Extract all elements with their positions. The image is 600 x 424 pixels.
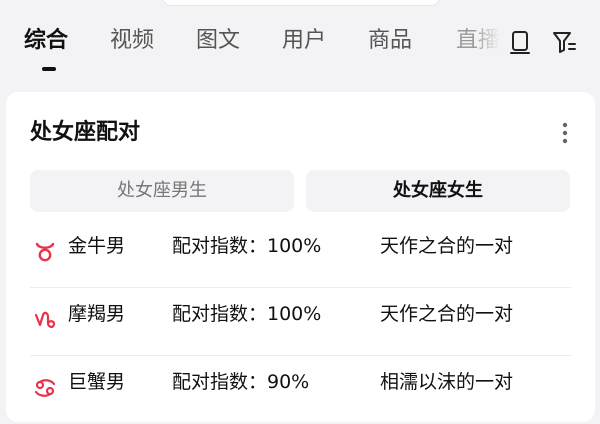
capricorn-icon — [34, 311, 56, 328]
tab-users[interactable]: 用户 — [282, 24, 326, 58]
match-index: 配对指数：90% — [172, 371, 310, 393]
search-result-tabs: 综合 视频 图文 用户 商品 直播 — [0, 0, 600, 86]
cancer-icon — [34, 379, 56, 397]
taurus-icon — [35, 242, 55, 262]
match-index: 配对指数：100% — [172, 303, 322, 325]
tablet-icon[interactable] — [506, 28, 534, 56]
match-index: 配对指数：100% — [172, 235, 322, 257]
filter-icon[interactable] — [550, 28, 578, 56]
tab-products[interactable]: 商品 — [368, 24, 412, 58]
match-description: 天作之合的一对 — [380, 235, 514, 257]
tab-comprehensive[interactable]: 综合 — [24, 24, 68, 58]
zodiac-match-card: 处女座配对 处女座男生 处女座女生 金牛男 配对指数：100% 天作之合的一对 … — [6, 92, 595, 422]
match-row-taurus[interactable]: 金牛男 配对指数：100% 天作之合的一对 — [30, 220, 571, 288]
card-title: 处女座配对 — [30, 120, 141, 145]
match-sign-name: 巨蟹男 — [68, 371, 126, 393]
match-description: 天作之合的一对 — [380, 303, 514, 325]
match-sign-name: 金牛男 — [68, 235, 126, 257]
match-row-capricorn[interactable]: 摩羯男 配对指数：100% 天作之合的一对 — [30, 288, 571, 356]
tab-live[interactable]: 直播 — [456, 24, 500, 58]
segment-virgo-male[interactable]: 处女座男生 — [30, 170, 294, 212]
match-sign-name: 摩羯男 — [68, 303, 126, 325]
match-row-cancer[interactable]: 巨蟹男 配对指数：90% 相濡以沫的一对 — [30, 356, 571, 424]
segment-virgo-female[interactable]: 处女座女生 — [306, 170, 570, 212]
tab-video[interactable]: 视频 — [110, 24, 154, 58]
match-description: 相濡以沫的一对 — [380, 371, 514, 393]
active-tab-indicator — [42, 67, 56, 71]
more-vertical-icon[interactable] — [557, 120, 573, 146]
tab-image-text[interactable]: 图文 — [196, 24, 240, 58]
